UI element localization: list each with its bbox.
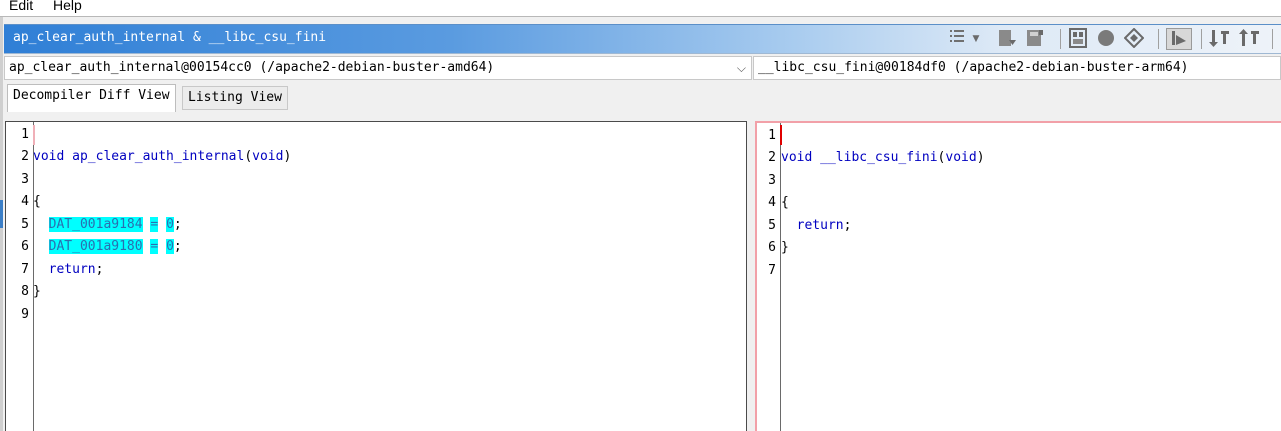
export-icon[interactable] [996,28,1018,50]
menu-bar: Edit Help [0,0,1281,17]
function-graph-icon[interactable] [1067,28,1089,50]
sort-up-icon[interactable] [1239,28,1261,50]
line-number: 2 [21,149,29,164]
line-number: 7 [21,262,29,277]
tab-decompiler-diff-view[interactable]: Decompiler Diff View [7,84,176,112]
semicolon: ; [173,217,182,232]
line-number: 1 [768,128,776,143]
keyword-return: return [48,262,96,277]
assign-operator: = [150,217,159,232]
save-icon[interactable] [1024,28,1046,50]
window-title: ap_clear_auth_internal & __libc_csu_fini [13,30,327,45]
line-number: 8 [21,284,29,299]
code-line-brace-open: { [33,194,41,209]
code-line-return: return; [781,215,852,237]
line-number: 9 [21,307,29,322]
paren-open: ( [244,149,253,164]
line-number: 5 [21,217,29,232]
left-decompiler-pane[interactable]: 1 2 3 4 5 6 7 8 9 void ap_clear_auth_int… [5,121,747,431]
tab-listing-view[interactable]: Listing View [182,86,288,110]
line-number: 5 [768,218,776,233]
line-number: 4 [21,194,29,209]
left-edge-marker [0,200,3,228]
menu-edit[interactable]: Edit [9,0,33,14]
left-function-select[interactable]: ap_clear_auth_internal@00154cc0 (/apache… [4,56,752,80]
toolbar-separator [1158,29,1159,49]
keyword-return: return [796,218,844,233]
sort-down-icon[interactable] [1209,28,1231,50]
window-title-bar: ap_clear_auth_internal & __libc_csu_fini… [4,24,1281,54]
semicolon: ; [843,218,852,233]
paren-close: ) [976,150,985,165]
dropdown-arrow-icon[interactable]: ▼ [970,28,982,50]
code-line-assign-2: DAT_001a9180 = 0; [33,236,182,258]
right-function-field[interactable]: __libc_csu_fini@00184df0 (/apache2-debia… [753,56,1281,80]
toolbar-separator [1201,29,1202,49]
line-number: 3 [768,173,776,188]
left-edge-strip [0,17,3,431]
assign-operator: = [150,239,159,254]
paren-close: ) [283,149,292,164]
code-line-brace-open: { [781,195,789,210]
diamond-icon[interactable] [1123,27,1145,50]
variable-dat-2[interactable]: DAT_001a9180 [48,239,143,254]
toolbar-separator [1060,29,1061,49]
circle-icon[interactable] [1095,28,1117,50]
code-line-brace-close: } [33,284,41,299]
semicolon: ; [95,262,104,277]
toolbar-separator [1272,29,1273,49]
keyword-void: void [33,149,65,164]
line-number: 2 [768,150,776,165]
chevron-down-icon[interactable]: ⌵ [737,57,746,79]
line-number: 4 [768,195,776,210]
list-icon[interactable] [947,28,969,50]
semicolon: ; [173,239,182,254]
keyword-void-param: void [252,149,284,164]
view-tabs: Decompiler Diff View Listing View [4,84,1281,112]
text-cursor [780,125,782,145]
zero-literal: 0 [166,239,174,254]
variable-dat-1[interactable]: DAT_001a9184 [48,217,143,232]
function-name[interactable]: ap_clear_auth_internal [72,149,244,164]
text-cursor [33,125,35,145]
right-function-value: __libc_csu_fini@00184df0 (/apache2-debia… [758,60,1189,75]
left-line-gutter: 1 2 3 4 5 6 7 8 9 [6,122,34,431]
code-line-signature: void ap_clear_auth_internal(void) [33,146,291,168]
line-number: 6 [21,239,29,254]
left-function-value: ap_clear_auth_internal@00154cc0 (/apache… [9,60,495,75]
line-number: 3 [21,172,29,187]
code-line-brace-close: } [781,240,789,255]
code-line-signature: void __libc_csu_fini(void) [781,147,985,169]
line-number: 7 [768,263,776,278]
line-number: 1 [21,127,29,142]
code-line-return: return; [33,259,104,281]
menu-help[interactable]: Help [53,0,82,14]
right-decompiler-pane[interactable]: 1 2 3 4 5 6 7 void __libc_csu_fini(void)… [755,121,1281,431]
function-name[interactable]: __libc_csu_fini [820,150,937,165]
keyword-void: void [781,150,813,165]
cursor-select-icon[interactable] [1166,28,1192,50]
keyword-void-param: void [945,150,977,165]
zero-literal: 0 [166,217,174,232]
line-number: 6 [768,240,776,255]
code-line-assign-1: DAT_001a9184 = 0; [33,214,182,236]
right-line-gutter: 1 2 3 4 5 6 7 [757,123,781,431]
